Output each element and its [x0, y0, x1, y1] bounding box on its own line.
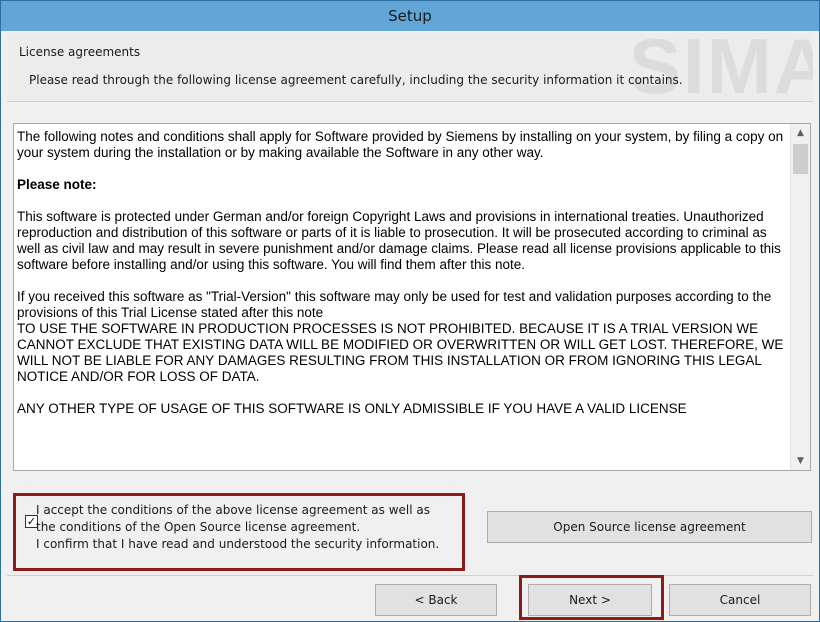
header-title: License agreements	[19, 45, 141, 59]
accept-highlight: ✓ I accept the conditions of the above l…	[13, 493, 465, 571]
cancel-button[interactable]: Cancel	[669, 584, 811, 616]
accept-line-1: I accept the conditions of the above lic…	[36, 503, 430, 517]
license-paragraph: This software is protected under German …	[17, 209, 781, 272]
window-title: Setup	[1, 1, 819, 31]
accept-line-2: the conditions of the Open Source licens…	[36, 520, 361, 534]
divider	[7, 575, 813, 576]
license-scrollbar[interactable]: ▲ ▼	[790, 124, 810, 470]
open-source-license-button[interactable]: Open Source license agreement	[487, 511, 812, 543]
chevron-down-icon[interactable]: ▼	[791, 452, 810, 470]
scrollbar-thumb[interactable]	[793, 144, 808, 174]
license-text: The following notes and conditions shall…	[17, 129, 787, 467]
header-banner: SIMA License agreements Please read thro…	[7, 33, 813, 102]
license-paragraph: TO USE THE SOFTWARE IN PRODUCTION PROCES…	[17, 321, 784, 384]
accept-line-3: I confirm that I have read and understoo…	[36, 537, 440, 551]
next-button[interactable]: Next >	[528, 584, 652, 616]
back-button[interactable]: < Back	[375, 584, 497, 616]
watermark-logo: SIMA	[629, 33, 813, 102]
chevron-up-icon[interactable]: ▲	[791, 124, 810, 142]
license-paragraph: The following notes and conditions shall…	[17, 129, 784, 160]
license-paragraph: ANY OTHER TYPE OF USAGE OF THIS SOFTWARE…	[17, 401, 687, 416]
license-note-heading: Please note:	[17, 177, 97, 192]
accept-label[interactable]: I accept the conditions of the above lic…	[36, 502, 439, 553]
setup-window: Setup SIMA License agreements Please rea…	[0, 0, 820, 622]
license-paragraph: If you received this software as "Trial-…	[17, 289, 772, 320]
header-subtitle: Please read through the following licens…	[29, 73, 683, 87]
license-text-box[interactable]: The following notes and conditions shall…	[13, 123, 811, 471]
